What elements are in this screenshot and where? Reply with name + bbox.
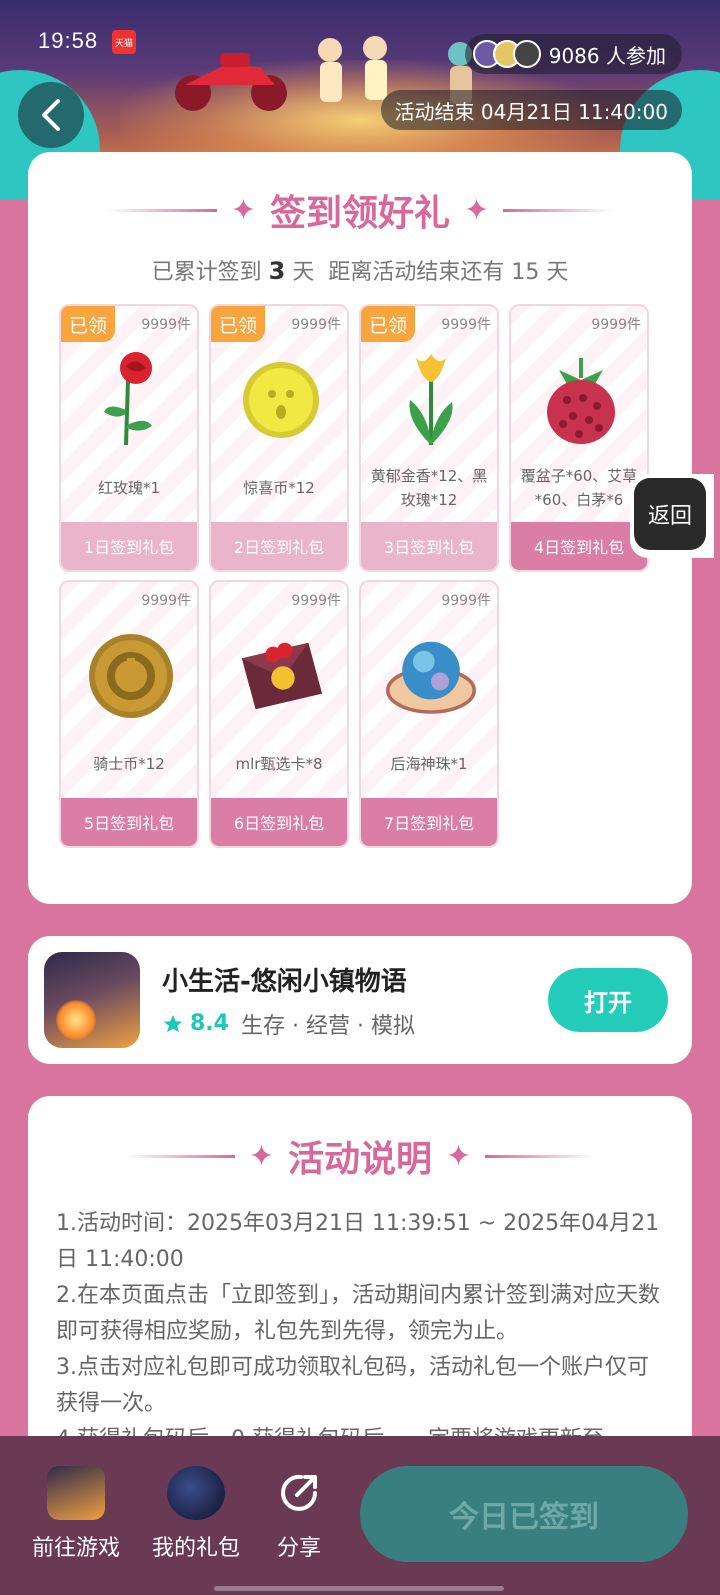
gift-stock: 9999件 (291, 317, 341, 333)
open-game-button[interactable]: 打开 (548, 968, 668, 1032)
title-divider (124, 1154, 235, 1158)
gift-day-2[interactable]: 已领 9999件 惊喜币*12 2日签到礼包 (209, 304, 349, 572)
rose-icon (86, 350, 176, 450)
game-rating: 8.4 (162, 1011, 229, 1036)
go-to-game-tab[interactable]: 前往游戏 (32, 1466, 120, 1562)
card-envelope-icon (236, 626, 326, 726)
claimed-badge: 已领 (211, 306, 265, 342)
my-gifts-tab[interactable]: 我的礼包 (152, 1466, 240, 1562)
remaining-days: 15 (511, 260, 540, 285)
rating-value: 8.4 (190, 1011, 229, 1036)
share-icon (270, 1466, 328, 1520)
home-indicator (214, 1586, 504, 1591)
gift-name: 后海神珠*1 (390, 755, 468, 773)
title-divider (485, 1154, 596, 1158)
game-app-card[interactable]: 小生活-悠闲小镇物语 8.4 生存 · 经营 · 模拟 打开 (28, 936, 692, 1064)
gift-day-1[interactable]: 已领 9999件 红玫瑰*1 1日签到礼包 (59, 304, 199, 572)
game-app-meta: 8.4 生存 · 经营 · 模拟 (162, 1008, 548, 1040)
sparkle-icon: ✦ (464, 192, 490, 228)
event-end-time: 活动结束 04月21日 11:40:00 (380, 90, 682, 130)
bottom-action-bar: 前往游戏 我的礼包 分享 今日已签到 (0, 1436, 720, 1595)
rule-line: 2.在本页面点击「立即签到」，活动期间内累计签到满对应天数即可获得相应奖励，礼包… (56, 1283, 660, 1344)
surprise-coin-icon (236, 350, 326, 450)
gift-box-icon (167, 1466, 225, 1520)
tulip-icon (386, 350, 476, 450)
avatar (512, 40, 541, 68)
share-tab[interactable]: 分享 (270, 1466, 328, 1562)
gift-footer: 2日签到礼包 (211, 522, 347, 570)
my-gifts-label: 我的礼包 (152, 1536, 241, 1561)
tmall-icon: 天猫 (112, 30, 136, 54)
sparkle-icon: ✦ (248, 1138, 274, 1174)
gift-day-7[interactable]: 9999件 后海神珠*1 7日签到礼包 (359, 580, 499, 848)
checkin-summary: 已累计签到 3 天 距离活动结束还有 15 天 (28, 254, 692, 286)
claimed-badge: 已领 (361, 306, 415, 342)
game-tags: 生存 · 经营 · 模拟 (240, 1013, 415, 1039)
star-icon (163, 1014, 183, 1032)
gift-stock: 9999件 (141, 593, 191, 609)
gift-name: 红玫瑰*1 (97, 479, 161, 497)
checkin-title-text: 签到领好礼 (269, 193, 450, 234)
gift-name: 骑士币*12 (93, 755, 165, 773)
summary-mid: 天 距离活动结束还有 (292, 260, 505, 285)
gift-stock: 9999件 (591, 317, 641, 333)
rule-line: 3.点击对应礼包即可成功领取礼包码，活动礼包一个账户仅可获得一次。 (56, 1355, 649, 1416)
knight-coin-icon (86, 626, 176, 726)
pearl-icon (386, 626, 476, 726)
gift-name: 惊喜币*12 (243, 479, 315, 497)
motorbike-illustration (175, 53, 287, 111)
rule-line: 1.活动时间：2025年03月21日 11:39:51 ~ 2025年04月21… (56, 1211, 660, 1272)
gift-footer: 1日签到礼包 (61, 522, 197, 570)
participant-avatars (472, 40, 541, 68)
summary-prefix: 已累计签到 (151, 260, 262, 285)
summary-suffix: 天 (546, 260, 569, 285)
gift-day-4[interactable]: 9999件 覆盆子*60、艾草*60、白茅*6 4日签到礼包 (509, 304, 649, 572)
rules-title: ✦ 活动说明 ✦ (28, 1130, 692, 1182)
chevron-left-icon (42, 99, 60, 131)
gift-footer: 6日签到礼包 (211, 798, 347, 846)
share-label: 分享 (276, 1536, 321, 1561)
rules-text: 1.活动时间：2025年03月21日 11:39:51 ~ 2025年04月21… (56, 1206, 666, 1458)
status-time: 19:58 (38, 28, 99, 53)
sparkle-icon: ✦ (446, 1138, 472, 1174)
participants-pill: 9086 人参加 (464, 34, 682, 74)
gift-day-6[interactable]: 9999件 mlr甄选卡*8 6日签到礼包 (209, 580, 349, 848)
gift-footer: 4日签到礼包 (511, 522, 647, 570)
floating-return-button[interactable]: 返回 (630, 474, 714, 558)
gift-name: 覆盆子*60、艾草*60、白茅*6 (520, 467, 638, 509)
gift-name: 黄郁金香*12、黑玫瑰*12 (370, 467, 488, 509)
checkin-card: ✦ 签到领好礼 ✦ 已累计签到 3 天 距离活动结束还有 15 天 已领 999… (28, 152, 692, 904)
gift-footer: 3日签到礼包 (361, 522, 497, 570)
go-to-game-label: 前往游戏 (32, 1536, 121, 1561)
gift-stock: 9999件 (141, 317, 191, 333)
checked-days: 3 (268, 257, 286, 285)
gift-name: mlr甄选卡*8 (235, 755, 323, 773)
gift-stock: 9999件 (291, 593, 341, 609)
gift-footer: 5日签到礼包 (61, 798, 197, 846)
gift-day-3[interactable]: 已领 9999件 黄郁金香*12、黑玫瑰*12 3日签到礼包 (359, 304, 499, 572)
participants-count: 9086 人参加 (548, 43, 666, 68)
title-divider (503, 208, 614, 212)
raspberry-icon (536, 350, 626, 450)
game-app-name: 小生活-悠闲小镇物语 (162, 966, 407, 997)
game-app-icon (44, 952, 140, 1048)
back-button[interactable] (18, 82, 84, 148)
gift-stock: 9999件 (441, 317, 491, 333)
title-divider (106, 208, 217, 212)
game-icon (47, 1466, 105, 1520)
rules-title-text: 活动说明 (287, 1139, 432, 1180)
gift-day-5[interactable]: 9999件 骑士币*12 5日签到礼包 (59, 580, 199, 848)
sparkle-icon: ✦ (230, 192, 256, 228)
gift-stock: 9999件 (441, 593, 491, 609)
signed-today-button[interactable]: 今日已签到 (360, 1466, 688, 1562)
checkin-title: ✦ 签到领好礼 ✦ (28, 184, 692, 236)
game-app-info: 小生活-悠闲小镇物语 8.4 生存 · 经营 · 模拟 (162, 961, 548, 1040)
return-label: 返回 (634, 478, 706, 550)
gift-footer: 7日签到礼包 (361, 798, 497, 846)
claimed-badge: 已领 (61, 306, 115, 342)
